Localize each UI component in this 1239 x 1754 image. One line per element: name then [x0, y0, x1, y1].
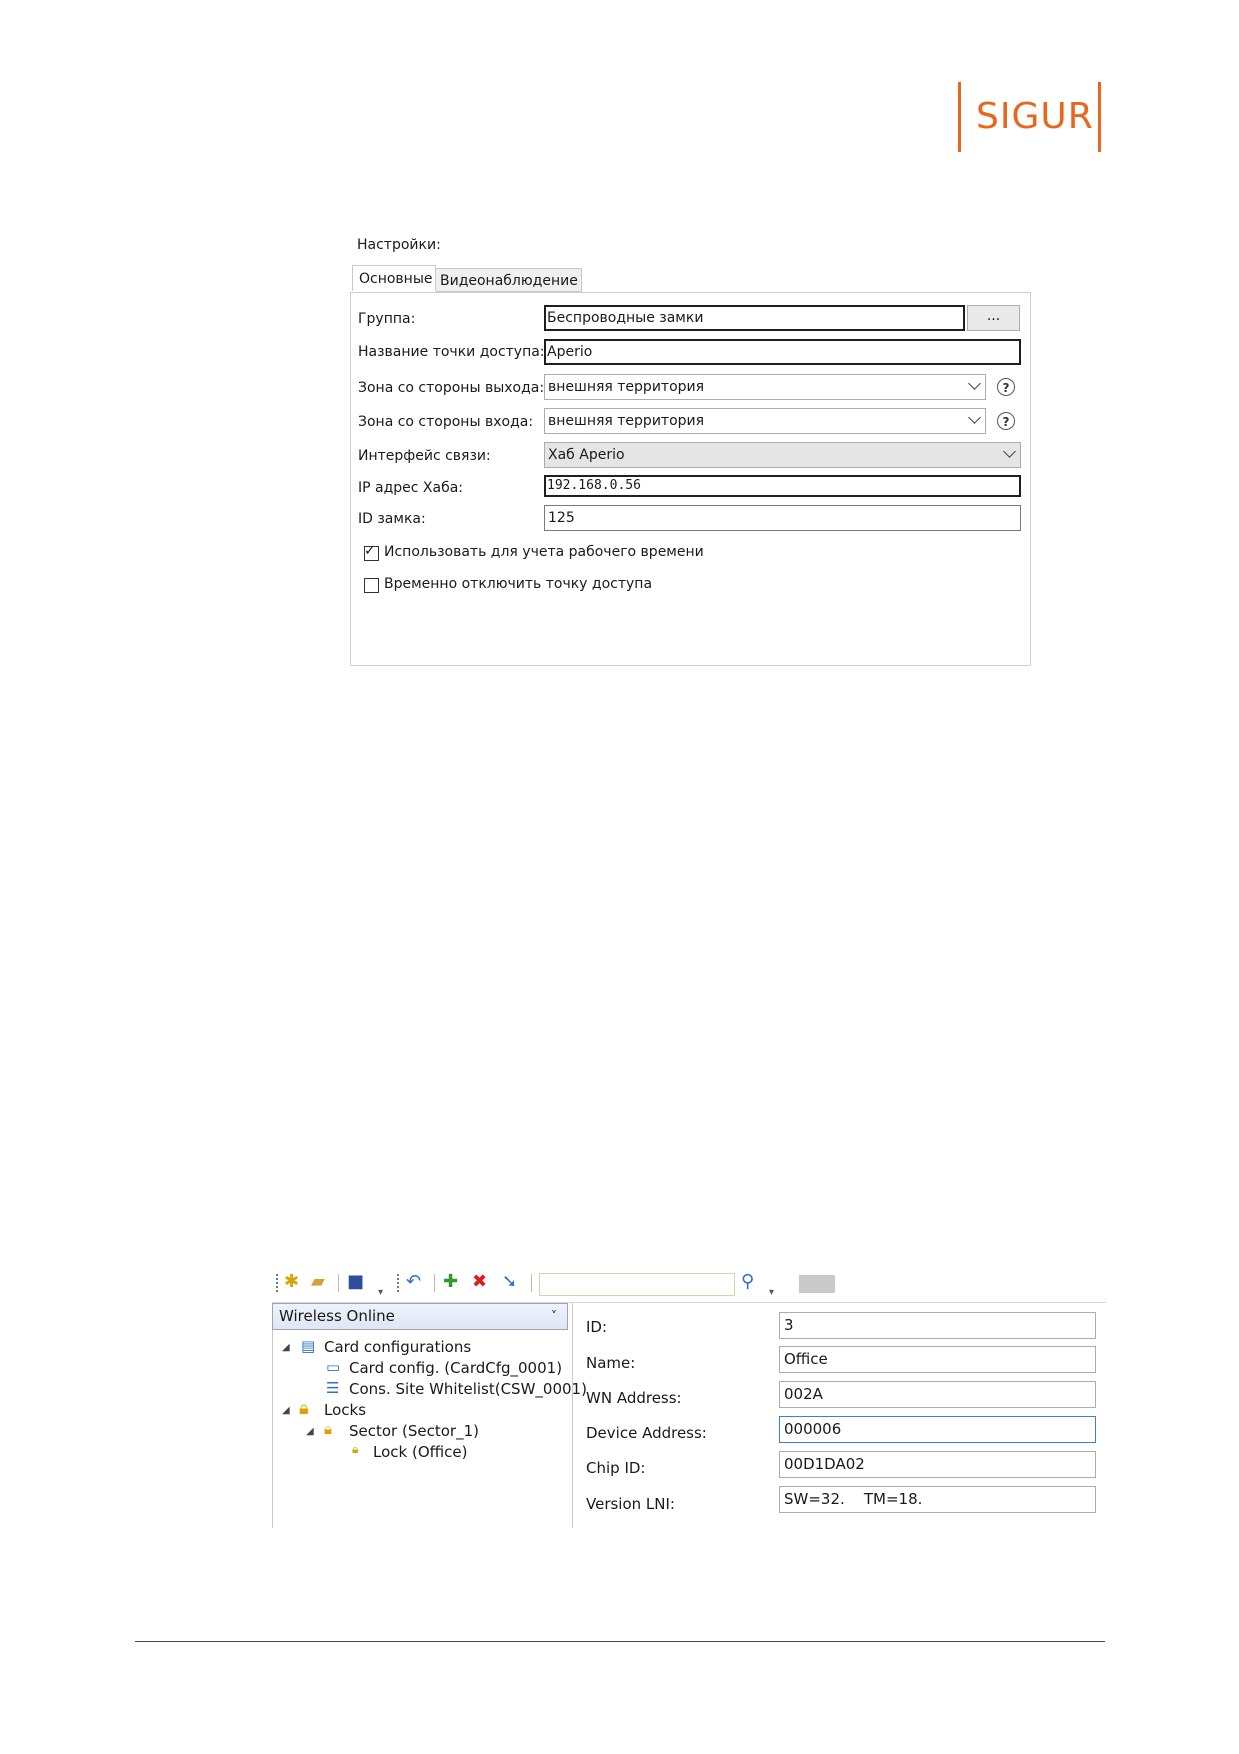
open-folder-icon[interactable]: ▰	[311, 1271, 325, 1293]
search-icon[interactable]: ⚲	[741, 1271, 754, 1293]
toolbar-separator	[338, 1274, 340, 1292]
dropdown-arrow-icon[interactable]: ▾	[378, 1282, 383, 1304]
work-time-checkbox-label: Использовать для учета рабочего времени	[384, 544, 704, 560]
group-field[interactable]: Беспроводные замки	[544, 305, 965, 331]
toolbar-separator	[531, 1274, 533, 1292]
entry-zone-label: Зона со стороны входа:	[358, 414, 534, 430]
work-time-checkbox[interactable]: ✓	[364, 543, 379, 561]
access-point-name-label: Название точки доступа:	[358, 344, 545, 360]
lock-folder-icon: 🔒︎	[299, 1398, 309, 1419]
exit-zone-help-icon[interactable]: ?	[997, 378, 1015, 396]
delete-icon[interactable]: ✖	[472, 1271, 487, 1293]
expand-triangle-icon[interactable]: ◢	[282, 1405, 290, 1416]
prop-label-chip-id: Chip ID:	[586, 1459, 646, 1477]
logo-bar-left	[958, 82, 961, 152]
prop-label-name: Name:	[586, 1354, 636, 1372]
search-input[interactable]	[539, 1273, 735, 1296]
chevron-down-icon	[968, 377, 981, 390]
tree-pane-border	[272, 1330, 273, 1528]
toolbar-grip	[397, 1274, 400, 1292]
prop-label-wn-address: WN Address:	[586, 1389, 682, 1407]
tree-node-whitelist[interactable]: Cons. Site Whitelist(CSW_0001)	[349, 1380, 587, 1398]
list-icon: ☰	[326, 1379, 340, 1397]
exit-zone-value: внешняя территория	[548, 379, 705, 395]
tree-node-lock-office[interactable]: Lock (Office)	[373, 1443, 467, 1461]
settings-title: Настройки:	[357, 237, 441, 253]
chevron-down-icon	[968, 411, 981, 424]
expand-triangle-icon[interactable]: ◢	[282, 1342, 290, 1353]
prop-label-device-address: Device Address:	[586, 1424, 707, 1442]
interface-select[interactable]: Хаб Aperio	[544, 442, 1021, 468]
logo-bar-right	[1098, 82, 1101, 152]
card-icon: ▭	[326, 1358, 341, 1376]
prop-label-version-lni: Version LNI:	[586, 1495, 675, 1513]
save-icon[interactable]: ■	[347, 1271, 364, 1293]
tab-video[interactable]: Видеонаблюдение	[436, 268, 582, 292]
hub-ip-field[interactable]: 192.168.0.56	[544, 475, 1021, 497]
import-icon[interactable]: ➘	[502, 1271, 517, 1293]
group-browse-button[interactable]: ...	[967, 305, 1020, 331]
undo-icon[interactable]: ↶	[406, 1271, 421, 1293]
access-point-name-field[interactable]: Aperio	[544, 339, 1021, 365]
lock-id-label: ID замка:	[358, 511, 426, 527]
toolbar-separator	[434, 1274, 436, 1292]
tree-node-card-configurations[interactable]: Card configurations	[324, 1338, 471, 1356]
footer-rule	[135, 1641, 1105, 1642]
card-config-folder-icon: ▤	[301, 1337, 316, 1355]
new-file-icon[interactable]: ✱	[284, 1271, 299, 1293]
checkmark-icon: ✓	[364, 543, 376, 559]
entry-zone-help-icon[interactable]: ?	[997, 412, 1015, 430]
prop-version-lni-field[interactable]: SW=32. TM=18.	[779, 1486, 1096, 1513]
tab-main[interactable]: Основные	[352, 265, 436, 291]
chevron-down-icon	[1003, 445, 1016, 458]
prop-wn-address-field[interactable]: 002A	[779, 1381, 1096, 1408]
prop-label-id: ID:	[586, 1318, 608, 1336]
mode-dropdown-value: Wireless Online	[279, 1307, 395, 1325]
hub-ip-label: IP адрес Хаба:	[358, 480, 464, 496]
prop-name-field[interactable]: Office	[779, 1346, 1096, 1373]
entry-zone-select[interactable]: внешняя территория	[544, 408, 986, 434]
tree-node-locks[interactable]: Locks	[324, 1401, 366, 1419]
prop-device-address-field[interactable]: 000006	[779, 1416, 1096, 1443]
toolbar-placeholder	[799, 1275, 835, 1293]
mode-dropdown[interactable]: Wireless Online ˅	[272, 1303, 568, 1330]
prop-chip-id-field[interactable]: 00D1DA02	[779, 1451, 1096, 1478]
toolbar-grip	[276, 1274, 279, 1292]
tree-node-card-config[interactable]: Card config. (CardCfg_0001)	[349, 1359, 562, 1377]
pane-splitter[interactable]	[572, 1303, 573, 1528]
group-label: Группа:	[358, 311, 416, 327]
interface-value: Хаб Aperio	[548, 447, 625, 463]
add-icon[interactable]: ✚	[443, 1271, 458, 1293]
exit-zone-select[interactable]: внешняя территория	[544, 374, 986, 400]
lock-id-field[interactable]: 125	[544, 505, 1021, 531]
sigur-logo: SIGUR	[976, 96, 1094, 137]
interface-label: Интерфейс связи:	[358, 448, 491, 464]
dropdown-arrow-icon[interactable]: ▾	[769, 1282, 774, 1304]
small-lock-icon: 🔒︎	[352, 1442, 359, 1456]
disable-access-point-checkbox-label: Временно отключить точку доступа	[384, 576, 653, 592]
tree-node-sector[interactable]: Sector (Sector_1)	[349, 1422, 479, 1440]
disable-access-point-checkbox[interactable]	[364, 578, 379, 593]
exit-zone-label: Зона со стороны выхода:	[358, 380, 545, 396]
entry-zone-value: внешняя территория	[548, 413, 705, 429]
prop-id-field[interactable]: 3	[779, 1312, 1096, 1339]
expand-triangle-icon[interactable]: ◢	[306, 1426, 314, 1437]
lock-icon: 🔒︎	[324, 1420, 332, 1438]
chevron-down-icon: ˅	[551, 1309, 557, 1323]
